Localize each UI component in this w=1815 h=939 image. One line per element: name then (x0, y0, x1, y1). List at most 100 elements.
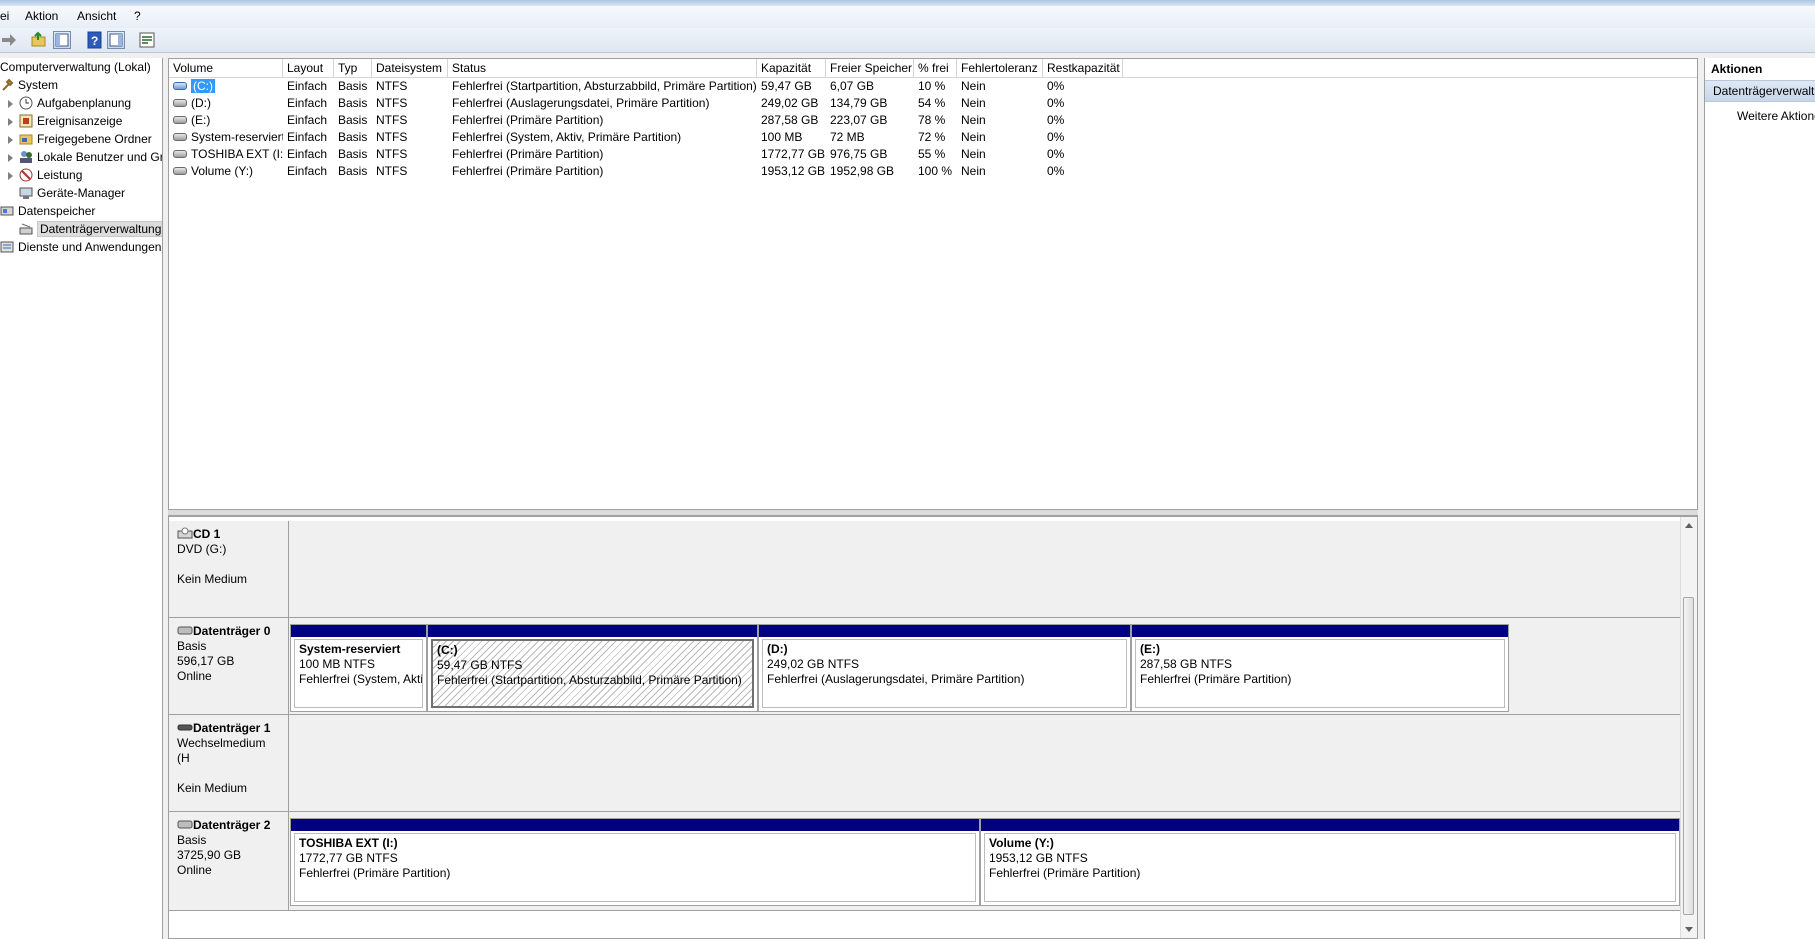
scrollbar-thumb[interactable] (1683, 597, 1694, 915)
disk-name: Datenträger 0 (193, 624, 271, 638)
cell-prozent-frei: 78 % (918, 113, 946, 127)
forward-arrow-icon[interactable] (0, 31, 18, 49)
cell-layout: Einfach (287, 113, 328, 127)
menu-help[interactable]: ? (134, 9, 141, 23)
scroll-down-arrow-icon[interactable] (1685, 927, 1693, 932)
table-row[interactable]: TOSHIBA EXT (I:) Einfach Basis NTFS Fehl… (169, 146, 1697, 163)
tree-item-datenspeicher[interactable]: Datenspeicher (0, 203, 95, 220)
column-header-typ[interactable]: Typ (334, 59, 372, 77)
tree-item-geraete-manager[interactable]: Geräte-Manager (19, 185, 125, 202)
expand-arrow-icon[interactable] (8, 172, 13, 180)
menu-datei[interactable]: ei (0, 9, 9, 23)
column-header-volume[interactable]: Volume (169, 59, 283, 77)
cell-typ: Basis (338, 147, 368, 161)
cd-drive-icon (177, 527, 193, 539)
partition-size: 249,02 GB NTFS (767, 657, 860, 671)
expand-arrow-icon[interactable] (8, 100, 13, 108)
volume-name: (C:) (191, 79, 215, 93)
tree-item-computerverwaltung[interactable]: Computerverwaltung (Lokal) (0, 59, 151, 76)
partition-name: (E:) (1140, 642, 1160, 656)
partition-volume-y[interactable]: Volume (Y:) 1953,12 GB NTFS Fehlerfrei (… (980, 818, 1680, 906)
column-header-layout[interactable]: Layout (283, 59, 334, 77)
column-header-status[interactable]: Status (448, 59, 757, 77)
column-header-freier-speicher[interactable]: Freier Speicher (826, 59, 914, 77)
tree-item-lokale-benutzer[interactable]: Lokale Benutzer und Gru (8, 149, 162, 166)
column-header-prozent-frei[interactable]: % frei (914, 59, 957, 77)
tree-item-dienste[interactable]: Dienste und Anwendungen (0, 239, 161, 256)
partition-c[interactable]: (C:) 59,47 GB NTFS Fehlerfrei (Startpart… (427, 624, 758, 712)
disk-pane-scrollbar[interactable] (1680, 517, 1697, 938)
toolbar: ? (0, 28, 1815, 53)
cell-status: Fehlerfrei (Auslagerungsdatei, Primäre P… (452, 96, 710, 110)
cell-prozent-frei: 55 % (918, 147, 946, 161)
cell-fehlertoleranz: Nein (961, 164, 986, 178)
table-row[interactable]: (C:) Einfach Basis NTFS Fehlerfrei (Star… (169, 78, 1697, 95)
partition-name: Volume (Y:) (989, 836, 1054, 850)
tree-item-leistung[interactable]: Leistung (8, 167, 82, 184)
services-icon (0, 240, 14, 254)
disk-type: Wechselmedium (H (177, 736, 266, 765)
storage-icon (0, 204, 14, 218)
actions-section-header[interactable]: Datenträgerverwaltung (1705, 80, 1815, 102)
expand-arrow-icon[interactable] (8, 154, 13, 162)
drive-icon (173, 150, 187, 158)
tree-item-ereignisanzeige[interactable]: Ereignisanzeige (8, 113, 122, 130)
table-row[interactable]: (D:) Einfach Basis NTFS Fehlerfrei (Ausl… (169, 95, 1697, 112)
up-folder-icon[interactable] (30, 31, 48, 49)
disk-row-datentraeger-2[interactable]: Datenträger 2 Basis 3725,90 GB Online TO… (169, 812, 1681, 911)
disk-info: Datenträger 0 Basis 596,17 GB Online (169, 618, 289, 714)
partition-toshiba-ext[interactable]: TOSHIBA EXT (I:) 1772,77 GB NTFS Fehlerf… (290, 818, 980, 906)
disk-row-cd1[interactable]: CD 1 DVD (G:) Kein Medium (169, 521, 1681, 618)
show-hide-console-tree-icon[interactable] (53, 31, 71, 49)
event-log-icon (19, 114, 33, 128)
partition-status: Fehlerfrei (Primäre Partition) (989, 866, 1141, 880)
expand-arrow-icon[interactable] (8, 118, 13, 126)
cell-typ: Basis (338, 113, 368, 127)
cell-dateisystem: NTFS (376, 113, 408, 127)
cell-layout: Einfach (287, 147, 328, 161)
cell-layout: Einfach (287, 79, 328, 93)
column-header-dateisystem[interactable]: Dateisystem (372, 59, 448, 77)
more-actions-link[interactable]: Weitere Aktionen (1737, 109, 1815, 123)
partition-size: 287,58 GB NTFS (1140, 657, 1233, 671)
tree-item-aufgabenplanung[interactable]: Aufgabenplanung (8, 95, 131, 112)
properties-icon[interactable] (138, 31, 156, 49)
cell-typ: Basis (338, 130, 368, 144)
table-row[interactable]: Volume (Y:) Einfach Basis NTFS Fehlerfre… (169, 163, 1697, 180)
partition-name: (C:) (437, 643, 458, 657)
cell-dateisystem: NTFS (376, 96, 408, 110)
tree-item-system[interactable]: System (0, 77, 58, 94)
expand-arrow-icon[interactable] (8, 136, 13, 144)
tree-item-datentraegerverwaltung[interactable]: Datenträgerverwaltung (19, 221, 162, 238)
table-row[interactable]: System-reserviert Einfach Basis NTFS Feh… (169, 129, 1697, 146)
column-header-restkapazitaet[interactable]: Restkapazität (1043, 59, 1123, 77)
help-icon[interactable]: ? (86, 31, 104, 49)
partition-size: 1772,77 GB NTFS (299, 851, 398, 865)
cell-freier-speicher: 72 MB (830, 130, 865, 144)
cell-prozent-frei: 10 % (918, 79, 946, 93)
disk-type: DVD (G:) (177, 542, 227, 556)
disk-type: Basis (177, 639, 207, 653)
users-icon (19, 150, 33, 164)
show-hide-action-pane-icon[interactable] (107, 31, 125, 49)
disk-row-datentraeger-0[interactable]: Datenträger 0 Basis 596,17 GB Online Sys… (169, 618, 1681, 715)
menu-aktion[interactable]: Aktion (25, 9, 58, 23)
partition-d[interactable]: (D:) 249,02 GB NTFS Fehlerfrei (Auslager… (758, 624, 1131, 712)
disk-size: 596,17 GB (177, 654, 235, 668)
column-header-kapazitaet[interactable]: Kapazität (757, 59, 826, 77)
scroll-up-arrow-icon[interactable] (1685, 523, 1693, 528)
volume-name: Volume (Y:) (191, 164, 254, 178)
partition-system-reserviert[interactable]: System-reserviert 100 MB NTFS Fehlerfrei… (290, 624, 427, 712)
column-header-fehlertoleranz[interactable]: Fehlertoleranz (957, 59, 1043, 77)
menu-ansicht[interactable]: Ansicht (77, 9, 116, 23)
table-row[interactable]: (E:) Einfach Basis NTFS Fehlerfrei (Prim… (169, 112, 1697, 129)
cell-typ: Basis (338, 79, 368, 93)
cell-typ: Basis (338, 96, 368, 110)
disk-row-datentraeger-1[interactable]: Datenträger 1 Wechselmedium (H Kein Medi… (169, 715, 1681, 812)
tree-item-freigegebene-ordner[interactable]: Freigegebene Ordner (8, 131, 152, 148)
partition-e[interactable]: (E:) 287,58 GB NTFS Fehlerfrei (Primäre … (1131, 624, 1509, 712)
cell-restkapazitaet: 0% (1047, 164, 1065, 178)
cell-restkapazitaet: 0% (1047, 96, 1065, 110)
cell-layout: Einfach (287, 96, 328, 110)
partition-status: Fehlerfrei (Primäre Partition) (1140, 672, 1292, 686)
